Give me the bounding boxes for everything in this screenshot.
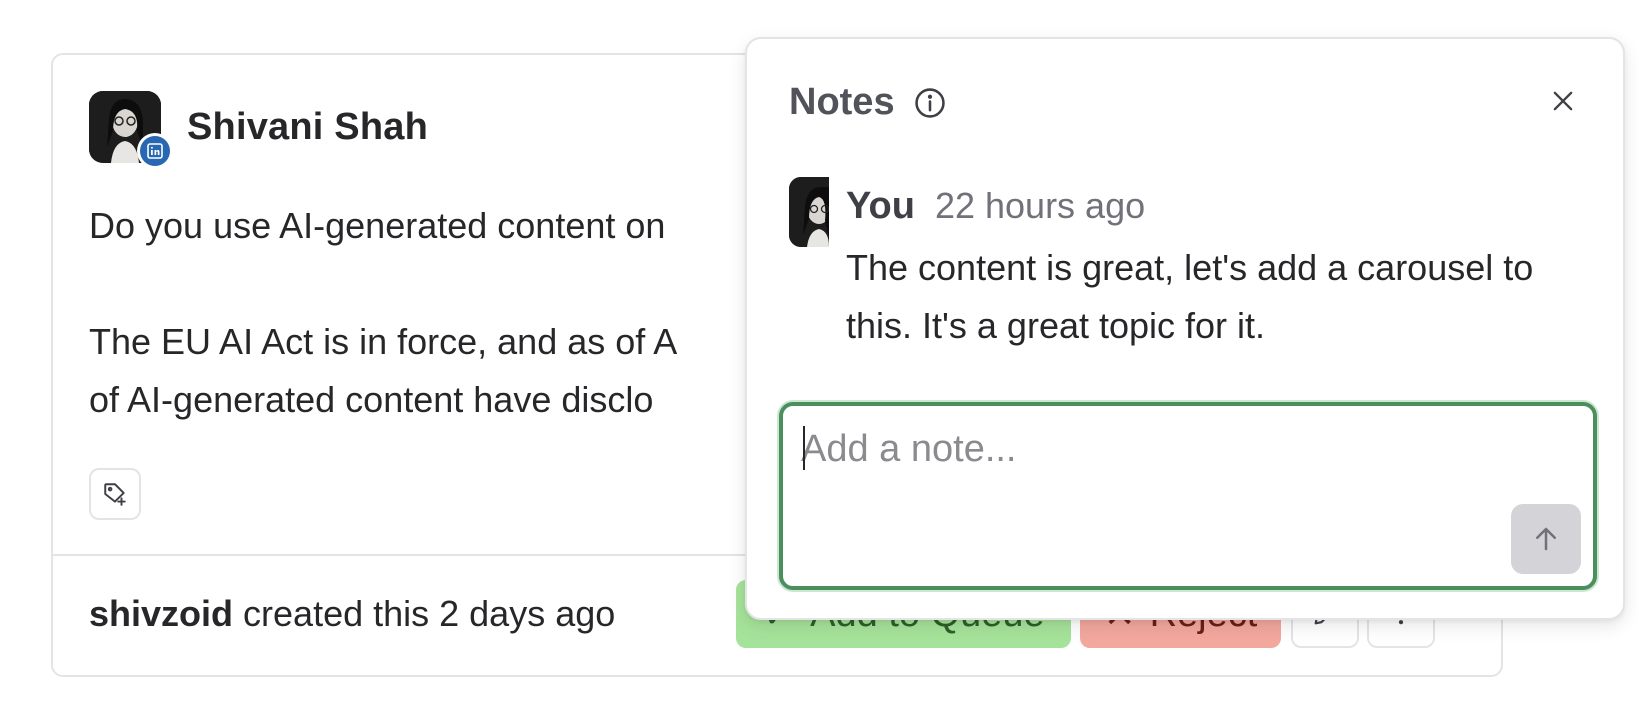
post-line: The EU AI Act is in force, and as of A	[89, 321, 678, 362]
post-paragraph: The EU AI Act is in force, and as of A of…	[89, 313, 789, 429]
close-icon	[1553, 91, 1573, 111]
notes-popover: Notes You 22 hours ago The content is gr…	[745, 37, 1625, 620]
notes-header: Notes	[789, 81, 947, 124]
linkedin-icon	[137, 133, 173, 169]
avatar	[789, 177, 829, 247]
author-avatar[interactable]	[89, 91, 173, 169]
author-name[interactable]: Shivani Shah	[187, 106, 428, 149]
note-author: You	[846, 185, 915, 227]
info-icon[interactable]	[913, 86, 947, 120]
arrow-up-icon	[1536, 527, 1556, 551]
note-meta: You 22 hours ago	[846, 185, 1145, 228]
send-note-button[interactable]	[1511, 504, 1581, 574]
notes-title: Notes	[789, 81, 895, 123]
post-paragraph: Do you use AI-generated content on	[89, 205, 666, 246]
note-input-container[interactable]	[779, 402, 1597, 590]
post-content[interactable]: Do you use AI-generated content on The E…	[89, 197, 789, 429]
note-input[interactable]	[801, 424, 1461, 474]
creator-username[interactable]: shivzoid	[89, 593, 233, 634]
close-button[interactable]	[1543, 81, 1583, 121]
post-line: of AI-generated content have disclo	[89, 379, 654, 420]
post-header: Shivani Shah	[89, 91, 428, 169]
add-tag-button[interactable]	[89, 468, 141, 520]
tag-plus-icon	[104, 483, 126, 506]
note-text: The content is great, let's add a carous…	[846, 247, 1534, 346]
text-cursor	[803, 426, 805, 470]
note-timestamp: 22 hours ago	[934, 185, 1146, 226]
created-by-text: shivzoid created this 2 days ago	[89, 593, 616, 634]
